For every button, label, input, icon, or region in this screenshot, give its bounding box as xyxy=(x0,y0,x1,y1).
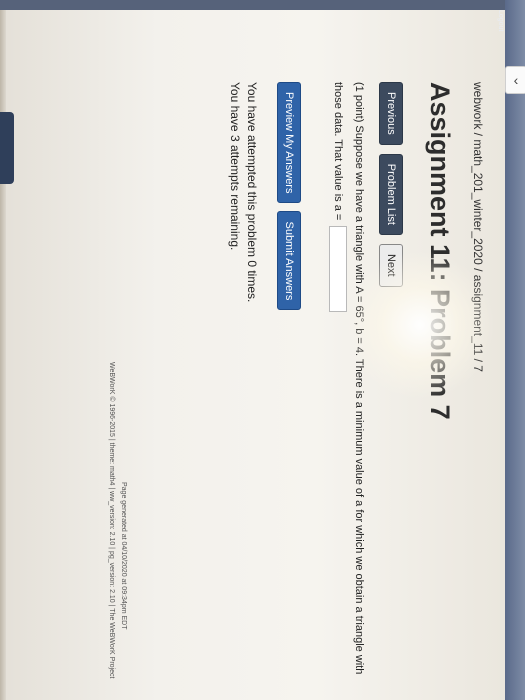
preview-answers-button[interactable]: Preview My Answers xyxy=(277,82,301,204)
submit-answers-button[interactable]: Submit Answers xyxy=(277,211,301,311)
footer-copyright: WeBWorK © 1996-2015 | theme: math4 | ww_… xyxy=(108,362,115,679)
top-header-strip xyxy=(0,0,505,10)
main-content: webwork / math_201_winter_2020 / assignm… xyxy=(79,82,489,692)
breadcrumb: webwork / math_201_winter_2020 / assignm… xyxy=(471,82,485,372)
screen-edge xyxy=(0,0,6,700)
answer-actions: Preview My Answers Submit Answers xyxy=(277,82,301,311)
problem-text-prompt: those data. That value is a = xyxy=(332,82,344,221)
back-arrow-icon[interactable]: ‹ xyxy=(505,66,525,94)
previous-button[interactable]: Previous xyxy=(379,82,403,145)
problem-text-line-2: those data. That value is a = xyxy=(329,82,347,313)
problem-nav: Previous Problem List Next xyxy=(379,82,403,287)
logout-link[interactable]: Logout xyxy=(490,10,504,31)
problem-list-button[interactable]: Problem List xyxy=(379,153,403,235)
attempts-status: You have attempted this problem 0 times. xyxy=(245,82,259,303)
page-title: Assignment 11: Problem 7 xyxy=(425,82,455,420)
side-tab[interactable] xyxy=(0,112,14,184)
page-generated-note: Page generated at 04/10/2020 at 09:34pm … xyxy=(120,482,127,630)
next-button[interactable]: Next xyxy=(379,243,403,287)
problem-text-line-1: (1 point) Suppose we have a triangle wit… xyxy=(353,82,365,675)
attempts-remaining: You have 3 attempts remaining. xyxy=(228,82,242,251)
answer-input[interactable] xyxy=(329,226,347,313)
header-bar xyxy=(505,0,525,700)
